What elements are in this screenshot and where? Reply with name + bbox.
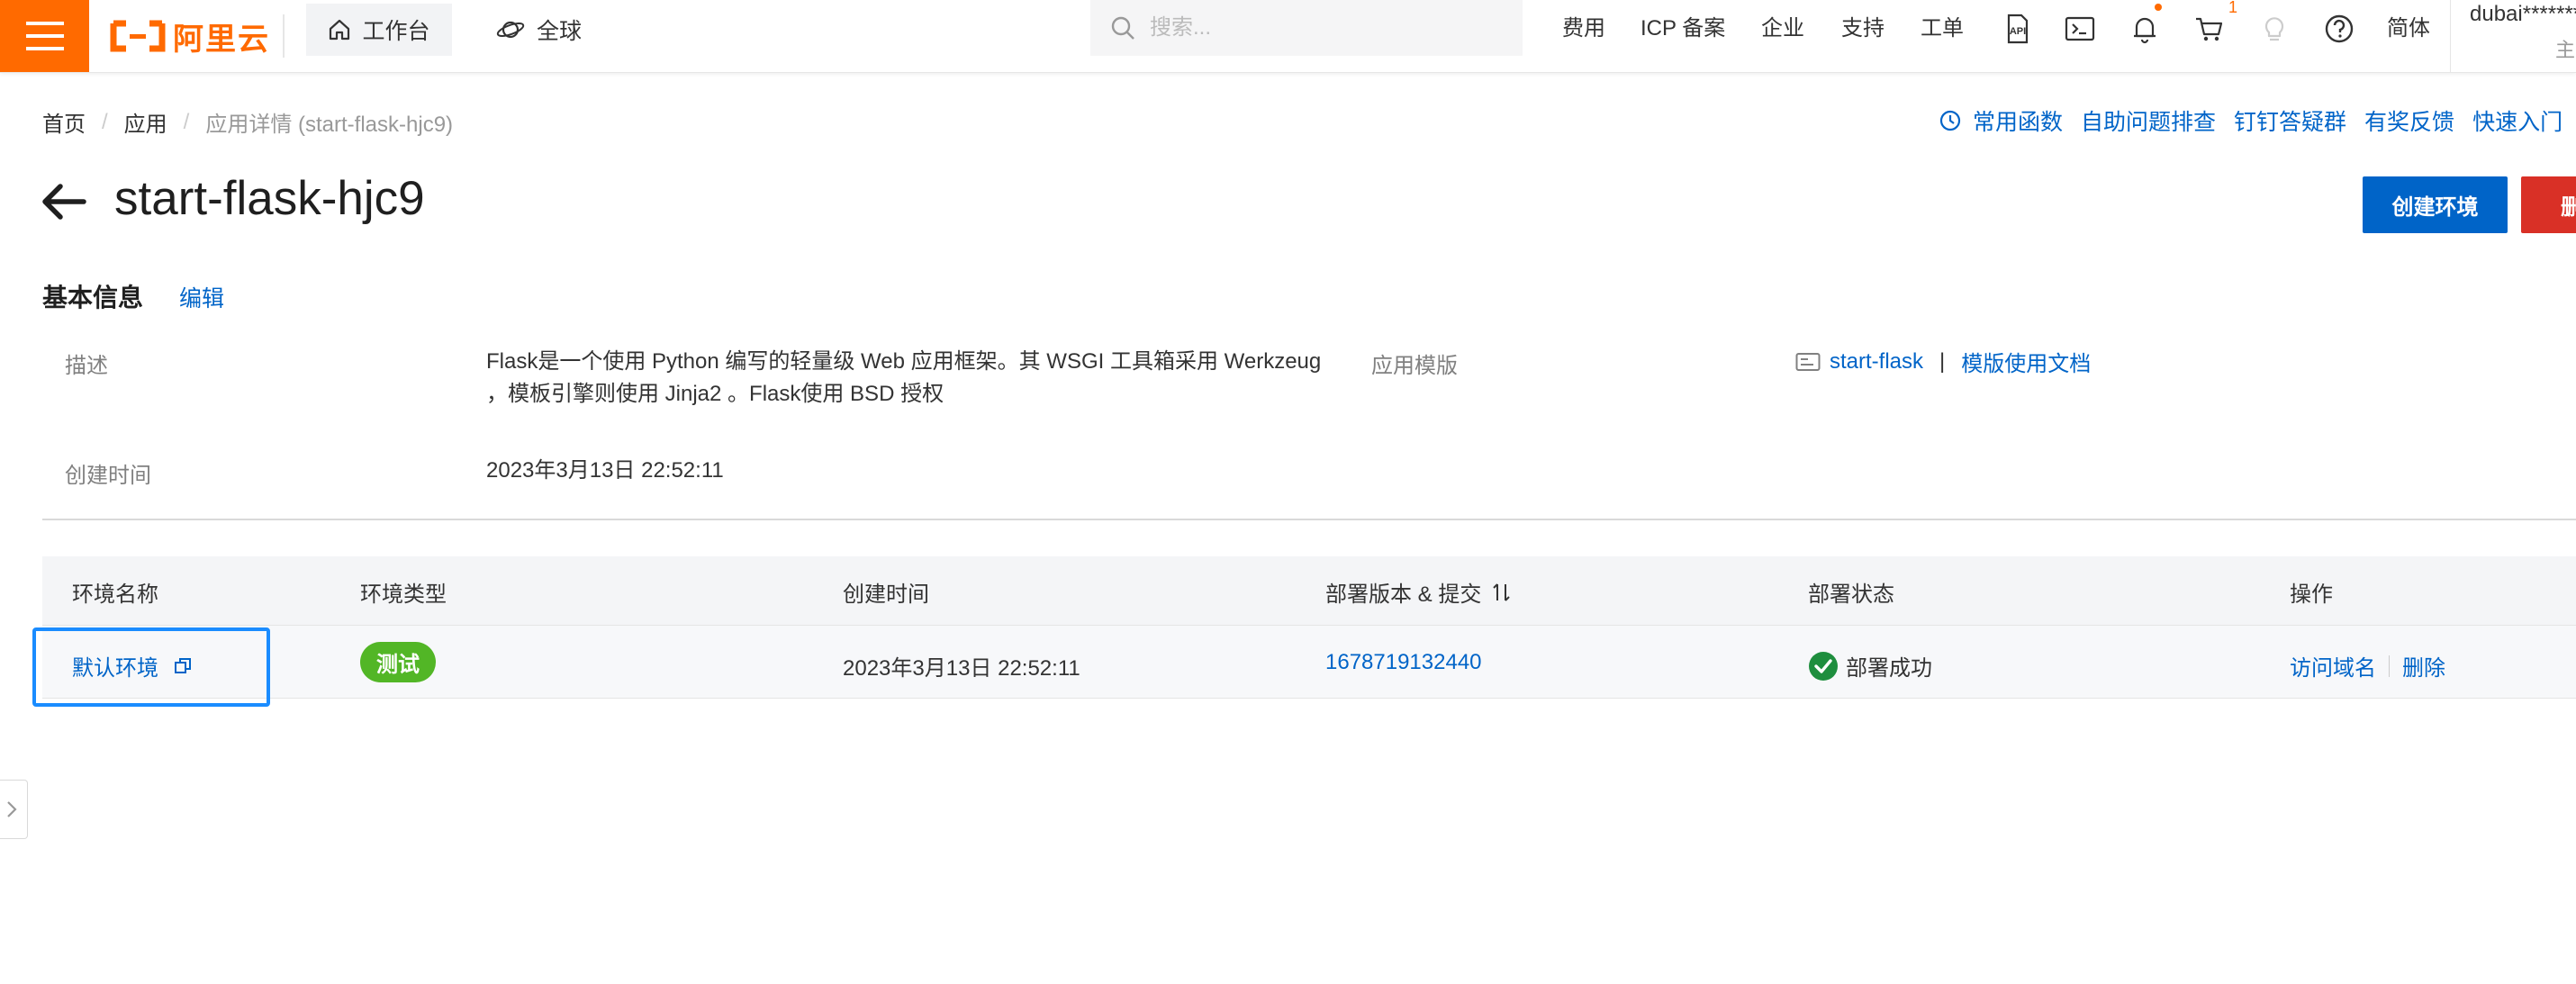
workbench-label: 工作台 xyxy=(362,19,430,44)
section-divider xyxy=(42,519,2576,520)
user-account[interactable]: dubai******* xyxy=(2470,2,2576,27)
search-icon xyxy=(1111,16,1134,40)
env-name-cell[interactable]: 默认环境 xyxy=(72,650,193,682)
description-line-1: Flask是一个使用 Python 编写的轻量级 Web 应用框架。其 WSGI… xyxy=(486,349,1322,374)
common-functions-link[interactable]: 常用函数 xyxy=(1973,104,2063,137)
brand-name: 阿里云 xyxy=(173,22,270,57)
terminal-icon[interactable] xyxy=(2064,13,2096,45)
created-time-label: 创建时间 xyxy=(65,464,151,488)
env-type-tag: 测试 xyxy=(360,642,436,682)
globe-orbit-icon xyxy=(496,21,525,39)
user-account-type: 主 xyxy=(2555,39,2576,61)
language-switch[interactable]: 简体 xyxy=(2387,13,2430,45)
visit-domain-link[interactable]: 访问域名 xyxy=(2290,650,2376,682)
icp-link[interactable]: ICP 备案 xyxy=(1641,13,1725,45)
chevron-right-icon xyxy=(7,801,17,817)
main-menu-button[interactable] xyxy=(0,0,89,72)
cart-icon[interactable] xyxy=(2193,13,2226,45)
breadcrumb-home[interactable]: 首页 xyxy=(42,106,86,138)
svg-text:API: API xyxy=(2010,26,2026,37)
dingtalk-group-link[interactable]: 钉钉答疑群 xyxy=(2234,104,2346,137)
support-link[interactable]: 支持 xyxy=(1841,13,1885,45)
quick-start-link[interactable]: 快速入门 xyxy=(2472,104,2562,137)
feedback-link[interactable]: 有奖反馈 xyxy=(2364,104,2454,137)
template-docs-link[interactable]: 模版使用文档 xyxy=(1961,346,2091,377)
search-input[interactable] xyxy=(1148,14,1494,41)
ticket-link[interactable]: 工单 xyxy=(1921,13,1964,45)
deploy-version-link[interactable]: 1678719132440 xyxy=(1325,650,1482,675)
operations-separator xyxy=(2389,654,2390,677)
breadcrumb-apps[interactable]: 应用 xyxy=(124,106,167,138)
home-icon xyxy=(330,19,350,41)
delete-application-button[interactable]: 删除 xyxy=(2521,176,2576,233)
template-label: 应用模版 xyxy=(1371,354,1458,378)
breadcrumb-separator: / xyxy=(183,109,190,134)
template-name-link[interactable]: start-flask xyxy=(1830,349,1923,375)
arrow-left-icon xyxy=(42,184,86,220)
region-label: 全球 xyxy=(537,19,583,44)
template-card-icon xyxy=(1795,352,1821,371)
help-icon[interactable] xyxy=(2323,13,2355,45)
column-deploy-version-label: 部署版本 & 提交 xyxy=(1325,582,1482,607)
aliyun-logo-mark-icon xyxy=(110,20,166,52)
description-label: 描述 xyxy=(65,354,108,378)
breadcrumb-current: 应用详情 (start-flask-hjc9) xyxy=(205,113,454,137)
global-search[interactable] xyxy=(1090,0,1523,56)
notification-dot xyxy=(2155,4,2162,11)
template-separator: | xyxy=(1939,348,1946,374)
topbar-divider xyxy=(283,14,285,58)
deploy-status-text: 部署成功 xyxy=(1846,656,1932,681)
description-line-2: ，模板引擎则使用 Jinja2 。Flask使用 BSD 授权 xyxy=(486,382,945,406)
success-check-icon xyxy=(1809,651,1838,681)
bell-icon[interactable] xyxy=(2129,13,2161,45)
lightbulb-icon[interactable] xyxy=(2258,13,2291,45)
description-value: Flask是一个使用 Python 编写的轻量级 Web 应用框架。其 WSGI… xyxy=(486,346,1321,411)
workbench-tab[interactable]: 工作台 xyxy=(306,4,452,56)
created-time-value: 2023年3月13日 22:52:11 xyxy=(486,458,724,483)
aliyun-logo[interactable]: 阿里云 xyxy=(110,9,270,63)
breadcrumb: 首页 / 应用 / 应用详情 (start-flask-hjc9) xyxy=(42,106,453,138)
user-separator xyxy=(2450,0,2451,72)
column-created-time: 创建时间 xyxy=(843,582,929,607)
column-env-type: 环境类型 xyxy=(360,582,447,607)
fees-link[interactable]: 费用 xyxy=(1562,13,1605,45)
breadcrumb-separator: / xyxy=(102,109,108,134)
template-info: start-flask | 模版使用文档 xyxy=(1795,346,2091,377)
quick-links: 常用函数 自助问题排查 钉钉答疑群 有奖反馈 快速入门 xyxy=(1939,104,2562,137)
open-new-window-icon[interactable] xyxy=(173,656,193,676)
enterprise-link[interactable]: 企业 xyxy=(1761,13,1804,45)
env-created-time: 2023年3月13日 22:52:11 xyxy=(843,656,1080,681)
create-environment-button[interactable]: 创建环境 xyxy=(2363,176,2508,233)
api-icon[interactable]: API xyxy=(2000,13,2032,45)
deploy-status: 部署成功 xyxy=(1808,650,1932,682)
sidebar-expand-handle[interactable] xyxy=(0,780,28,839)
region-selector[interactable]: 全球 xyxy=(495,4,582,56)
row-operations: 访问域名 删除 xyxy=(2290,650,2445,682)
back-button[interactable] xyxy=(41,182,87,221)
edit-basic-info-link[interactable]: 编辑 xyxy=(179,281,224,313)
column-deploy-status: 部署状态 xyxy=(1808,582,1894,607)
column-deploy-version[interactable]: 部署版本 & 提交 xyxy=(1325,576,1512,608)
page-title: start-flask-hjc9 xyxy=(114,172,425,225)
clock-icon xyxy=(1939,110,1961,131)
sort-icon xyxy=(1493,582,1511,601)
cart-count-badge: 1 xyxy=(2228,0,2238,16)
hamburger-icon xyxy=(26,22,64,50)
env-name-link[interactable]: 默认环境 xyxy=(72,650,158,682)
delete-env-link[interactable]: 删除 xyxy=(2402,650,2445,682)
self-troubleshoot-link[interactable]: 自助问题排查 xyxy=(2081,104,2216,137)
basic-info-title: 基本信息 xyxy=(42,284,144,311)
column-env-name: 环境名称 xyxy=(72,582,158,607)
column-operations: 操作 xyxy=(2290,582,2333,607)
